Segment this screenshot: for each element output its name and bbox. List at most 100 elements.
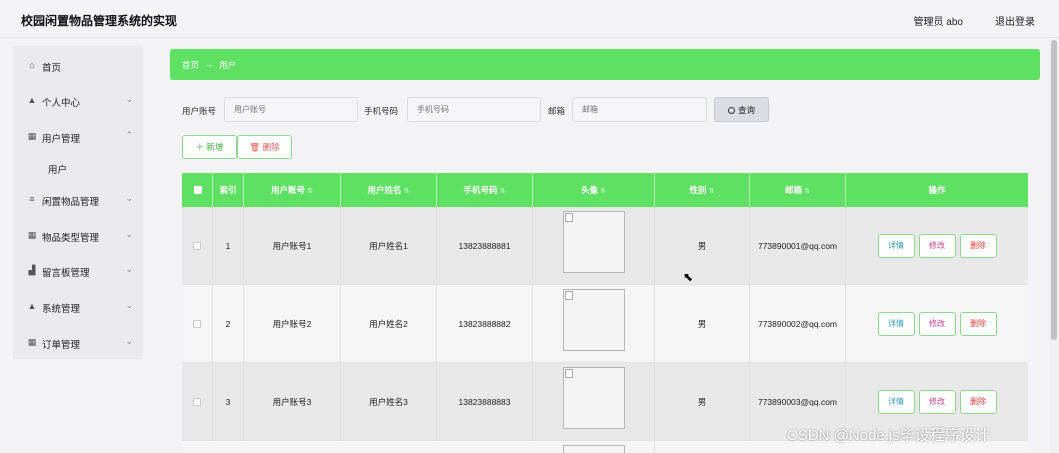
avatar-cell [533, 285, 655, 363]
chart-icon: ▟ [28, 265, 36, 275]
select-all-checkbox[interactable] [194, 186, 202, 194]
phone-label: 手机号码 [364, 106, 399, 116]
column-header-name[interactable]: 用户姓名 ⇅ [341, 173, 437, 207]
phone-cell: 13823888882 [437, 285, 533, 363]
list-icon: ≡ [29, 194, 35, 204]
avatar-cell [533, 207, 655, 285]
sidebar-item-orders[interactable]: ▦ 订单管理 ⌄ [13, 332, 143, 352]
person-icon: ▲ [27, 301, 37, 311]
column-header-label: 邮箱 [785, 185, 803, 195]
chevron-down-icon: ⌄ [125, 229, 133, 239]
column-header-phone[interactable]: 手机号码 ⇅ [437, 173, 533, 207]
account-cell: 用户账号1 [244, 207, 341, 285]
email-label: 邮箱 [548, 106, 566, 116]
sidebar-item-item-types[interactable]: ▦ 物品类型管理 ⌄ [13, 225, 143, 245]
sidebar: ⌂ 首页 ▲ 个人中心 ⌄ ▦ 用户管理 ⌃ 用户 ≡ 闲置物品管理 ⌄ ▦ 物… [13, 46, 143, 359]
broken-image-icon [564, 213, 573, 222]
edit-button[interactable]: 修改 [918, 234, 956, 258]
sort-icon[interactable]: ⇅ [404, 188, 410, 195]
row-delete-button[interactable]: 删除 [959, 234, 997, 258]
sort-icon[interactable]: ⇅ [709, 188, 715, 195]
search-icon [727, 106, 735, 114]
row-select-cell [182, 207, 213, 285]
gender-cell: 男 [655, 363, 750, 441]
email-search-input[interactable] [572, 97, 707, 122]
sort-icon[interactable]: ⇅ [307, 188, 313, 195]
person-icon: ▲ [27, 95, 37, 105]
table-header: 索引 用户账号 ⇅ 用户姓名 ⇅ 手机号码 ⇅ 头像 ⇅ 性别 ⇅ 邮箱 ⇅ 操作 [182, 173, 1028, 207]
edit-button[interactable]: 修改 [918, 390, 956, 414]
email-cell: 773890001@qq.com [750, 207, 846, 285]
column-header-gender[interactable]: 性别 ⇅ [655, 173, 750, 207]
sidebar-item-system[interactable]: ▲ 系统管理 ⌄ [13, 296, 143, 316]
row-checkbox[interactable] [193, 242, 201, 250]
actions-cell: 详情 修改 删除 [846, 285, 1028, 363]
column-header-avatar[interactable]: 头像 ⇅ [533, 173, 655, 207]
name-cell: 用户姓名3 [341, 363, 437, 441]
column-header-account[interactable]: 用户账号 ⇅ [244, 173, 341, 207]
sidebar-subitem-user[interactable]: 用户 [13, 157, 143, 177]
sidebar-item-home[interactable]: ⌂ 首页 [13, 55, 143, 75]
account-label: 用户账号 [182, 106, 217, 116]
row-delete-button[interactable]: 删除 [959, 390, 997, 414]
search-button[interactable]: 查询 [714, 97, 769, 122]
row-checkbox[interactable] [193, 398, 201, 406]
grid-icon: ▦ [27, 131, 37, 141]
detail-button[interactable]: 详情 [877, 312, 915, 336]
table-row: 1 用户账号1 用户姓名1 13823888881 男 773890001@qq… [182, 207, 1028, 285]
account-cell: 用户账号2 [244, 285, 341, 363]
row-delete-button[interactable]: 删除 [959, 312, 997, 336]
select-all-cell [182, 173, 213, 207]
column-header-index: 索引 [213, 173, 244, 207]
watermark: CSDN @Node.js毕设程序设计 [787, 427, 990, 444]
sidebar-item-label: 留言板管理 [42, 268, 90, 279]
column-header-label: 索引 [219, 185, 237, 195]
home-icon: ⌂ [29, 60, 35, 70]
sidebar-item-message-board[interactable]: ▟ 留言板管理 ⌄ [13, 260, 143, 280]
chevron-down-icon: ⌄ [125, 300, 133, 310]
name-cell: 用户姓名1 [341, 207, 437, 285]
column-header-actions: 操作 [846, 173, 1028, 207]
avatar-image [562, 211, 625, 273]
sidebar-item-idle-items[interactable]: ≡ 闲置物品管理 ⌄ [13, 189, 143, 209]
add-button[interactable]: ＋ 新增 [182, 135, 237, 159]
sidebar-item-user-management[interactable]: ▦ 用户管理 ⌃ [13, 126, 143, 146]
phone-search-input[interactable] [407, 97, 541, 122]
logout-link[interactable]: 退出登录 [995, 13, 1035, 28]
column-header-label: 操作 [928, 185, 946, 195]
sidebar-item-label: 用户管理 [42, 134, 81, 145]
row-checkbox[interactable] [193, 320, 201, 328]
sidebar-item-personal-center[interactable]: ▲ 个人中心 ⌄ [13, 90, 143, 110]
index-cell: 2 [213, 285, 244, 363]
column-header-label: 用户账号 [271, 185, 306, 195]
sidebar-subitem-label: 用户 [48, 165, 68, 176]
column-header-email[interactable]: 邮箱 ⇅ [750, 173, 846, 207]
column-header-label: 用户姓名 [367, 185, 402, 195]
sidebar-item-label: 订单管理 [42, 340, 81, 351]
sort-icon[interactable]: ⇅ [600, 188, 606, 195]
sidebar-item-label: 个人中心 [42, 98, 81, 109]
avatar-image [562, 367, 625, 429]
scrollbar-thumb[interactable] [1051, 40, 1057, 340]
detail-button[interactable]: 详情 [877, 234, 915, 258]
app-title: 校园闲置物品管理系统的实现 [21, 14, 178, 28]
avatar-cell [533, 441, 655, 453]
detail-button[interactable]: 详情 [877, 390, 915, 414]
row-select-cell [182, 363, 213, 441]
breadcrumb-home[interactable]: 首页 [182, 59, 199, 71]
edit-button[interactable]: 修改 [918, 312, 956, 336]
chevron-down-icon: ⌄ [125, 264, 133, 274]
mouse-cursor-icon: ⬉ [683, 270, 694, 284]
top-bar: 校园闲置物品管理系统的实现 管理员 abo 退出登录 [0, 0, 1059, 38]
sort-icon[interactable]: ⇅ [804, 188, 810, 195]
sort-icon[interactable]: ⇅ [500, 188, 506, 195]
chevron-down-icon: ⌄ [125, 193, 133, 203]
account-search-input[interactable] [224, 97, 358, 122]
delete-button[interactable]: 🗑 删除 [237, 135, 292, 159]
index-cell: 1 [213, 207, 244, 285]
avatar-image [562, 445, 625, 453]
chevron-up-icon: ⌃ [125, 130, 133, 140]
row-select-cell [182, 285, 213, 363]
gender-cell: 男 [655, 285, 750, 363]
grid-icon: ▦ [27, 230, 37, 240]
